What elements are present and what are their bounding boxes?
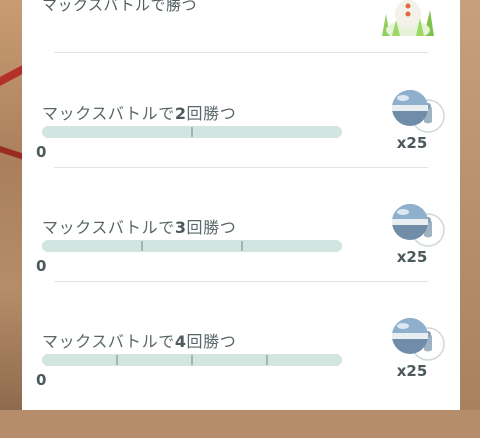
progress-segment-tick [116, 355, 118, 365]
max-particle-icon [392, 204, 445, 247]
task-item[interactable]: マックスバトルで3回勝つ 0 x25 [22, 204, 460, 324]
divider [54, 167, 428, 168]
task-item[interactable]: マックスバトルで2回勝つ 0 x25 [22, 90, 460, 210]
reward-count: x25 [396, 362, 428, 380]
task-count: 4 [174, 332, 187, 351]
task-count: 3 [174, 218, 187, 237]
progress-segment-tick [191, 127, 193, 137]
progress-segment-tick [140, 241, 143, 251]
reward[interactable]: x25 [388, 316, 448, 390]
progress-segment-tick [191, 355, 193, 365]
task-item[interactable]: マックスバトルで4回勝つ 0 x25 [22, 318, 460, 438]
progress-value: 0 [36, 257, 47, 275]
task-title: マックスバトルで勝つ [42, 0, 198, 14]
progress-segment-tick [240, 241, 243, 251]
max-particle-icon [392, 90, 445, 133]
reward[interactable]: x25 [388, 202, 448, 276]
reward[interactable]: x25 [388, 88, 448, 162]
task-title: マックスバトルで2回勝つ [42, 104, 237, 123]
task-item-top[interactable]: マックスバトルで勝つ [22, 0, 460, 52]
reward-count: x25 [396, 134, 428, 152]
pokemon-encounter-reward-icon [376, 0, 440, 39]
progress-value: 0 [36, 371, 47, 389]
progress-bar [42, 354, 342, 366]
divider [54, 52, 428, 53]
task-title: マックスバトルで4回勝つ [42, 332, 237, 351]
progress-bar [42, 240, 342, 252]
task-list-card[interactable]: マックスバトルで勝つ マックスバトルで2回勝つ 0 x25 マックスバトルで3回… [22, 0, 460, 410]
progress-segment-tick [266, 355, 268, 365]
task-count: 2 [174, 104, 187, 123]
background-left [0, 0, 34, 410]
progress-value: 0 [36, 143, 47, 161]
progress-bar [42, 126, 342, 138]
divider [54, 281, 428, 282]
max-particle-icon [392, 318, 445, 361]
task-title: マックスバトルで3回勝つ [42, 218, 237, 237]
background-right [460, 0, 480, 410]
reward-count: x25 [396, 248, 428, 266]
